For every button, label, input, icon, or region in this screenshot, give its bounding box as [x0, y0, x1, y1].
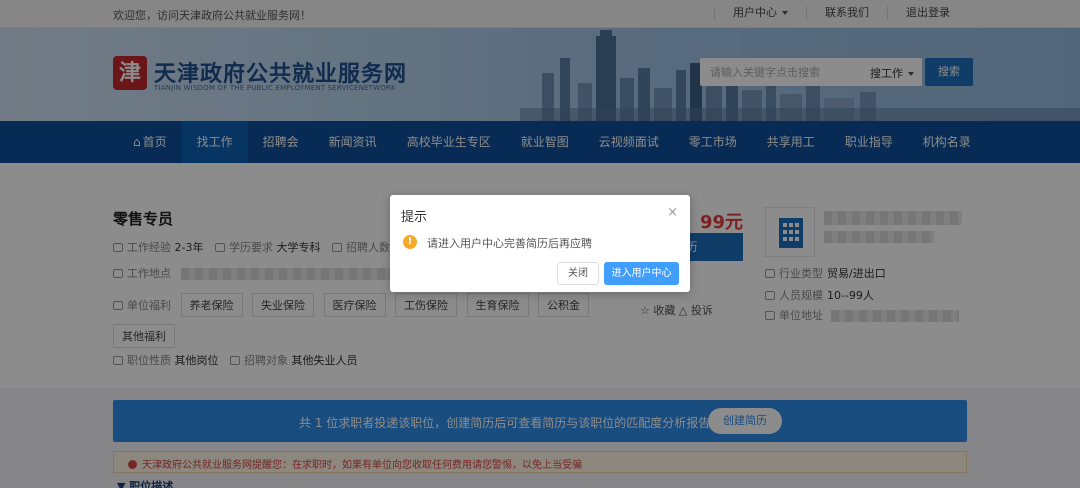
dialog-message: 请进入用户中心完善简历后再应聘: [427, 237, 592, 250]
prompt-dialog: 提示 × ! 请进入用户中心完善简历后再应聘 关闭 进入用户中心: [390, 195, 690, 292]
dialog-title: 提示: [401, 210, 428, 225]
exclamation-icon: !: [403, 235, 417, 249]
go-user-center-button[interactable]: 进入用户中心: [604, 262, 679, 285]
dialog-close-button[interactable]: 关闭: [557, 262, 599, 285]
close-icon[interactable]: ×: [667, 206, 678, 220]
